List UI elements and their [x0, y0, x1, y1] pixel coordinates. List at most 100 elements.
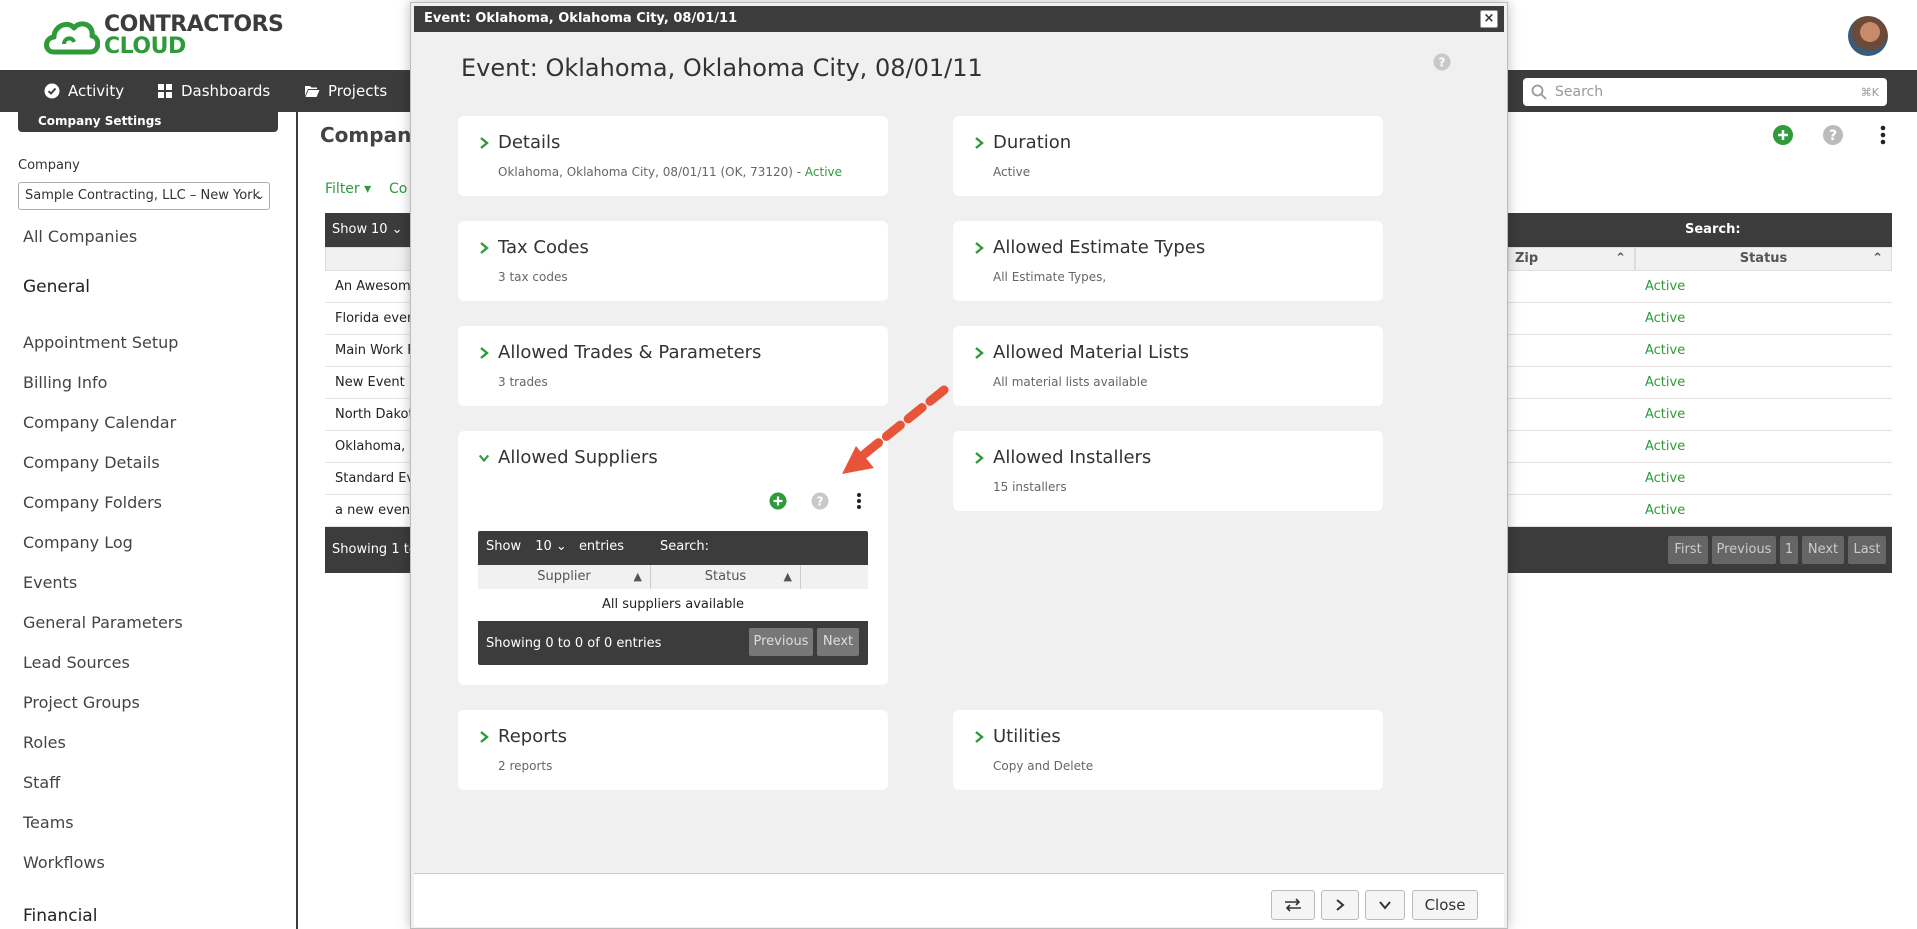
card-title: Allowed Trades & Parameters: [498, 342, 762, 363]
row-status: Active: [1645, 471, 1686, 486]
pager-first-button[interactable]: First: [1668, 536, 1708, 564]
search-icon: [1531, 84, 1547, 100]
sidebar-item-appointment-setup[interactable]: Appointment Setup: [23, 333, 178, 352]
chevron-down-icon[interactable]: [478, 451, 490, 465]
sidebar-item-general-parameters[interactable]: General Parameters: [23, 613, 183, 632]
sidebar-item-all-companies[interactable]: All Companies: [23, 227, 137, 246]
suppliers-next-button[interactable]: Next: [817, 628, 859, 656]
folder-open-icon: [305, 86, 320, 97]
company-settings-tab[interactable]: Company Settings: [18, 112, 278, 132]
more-vertical-icon[interactable]: [1872, 124, 1894, 146]
chevron-right-icon: [1336, 899, 1345, 911]
pager-last-button[interactable]: Last: [1848, 536, 1886, 564]
column-header-zip[interactable]: Zip ⌃: [1508, 247, 1635, 271]
company-select[interactable]: Sample Contracting, LLC – New York ⌄: [18, 182, 270, 210]
card-title: Utilities: [993, 726, 1061, 747]
help-icon[interactable]: ?: [1822, 124, 1844, 146]
card-subtitle: 3 tax codes: [498, 270, 568, 284]
nav-activity-label: Activity: [68, 82, 125, 100]
card-allowed-material-lists[interactable]: Allowed Material Lists All material list…: [953, 326, 1383, 406]
more-vertical-icon[interactable]: [854, 492, 864, 510]
row-status: Active: [1645, 375, 1686, 390]
pager-page-1-button[interactable]: 1: [1780, 536, 1798, 564]
swap-button[interactable]: [1271, 890, 1315, 920]
modal-footer: Close: [414, 873, 1504, 927]
modal-heading: Event: Oklahoma, Oklahoma City, 08/01/11: [461, 54, 983, 82]
column-zip-label: Zip: [1515, 251, 1539, 266]
sidebar-item-roles[interactable]: Roles: [23, 733, 66, 752]
card-tax-codes[interactable]: Tax Codes 3 tax codes: [458, 221, 888, 301]
row-name: An Awesome: [335, 279, 419, 294]
nav-activity[interactable]: Activity: [44, 70, 124, 112]
card-title: Reports: [498, 726, 568, 747]
help-icon[interactable]: ?: [811, 492, 829, 510]
chevron-right-icon: [480, 242, 489, 254]
sidebar-item-teams[interactable]: Teams: [23, 813, 74, 832]
event-modal: Event: Oklahoma, Oklahoma City, 08/01/11…: [410, 2, 1508, 929]
card-utilities[interactable]: Utilities Copy and Delete: [953, 710, 1383, 790]
column-header-status[interactable]: Status ▲: [651, 565, 801, 589]
close-button[interactable]: Close: [1412, 890, 1478, 920]
card-subtitle: 2 reports: [498, 759, 553, 773]
sidebar-item-company-details[interactable]: Company Details: [23, 453, 160, 472]
card-title[interactable]: Allowed Suppliers: [498, 447, 658, 468]
sort-up-icon: ⌃: [1615, 251, 1626, 266]
card-duration[interactable]: Duration Active: [953, 116, 1383, 196]
cloud-logo-icon: [44, 21, 100, 55]
suppliers-showing-entries: Showing 0 to 0 of 0 entries: [486, 636, 662, 651]
filter2-label: Co: [388, 181, 408, 197]
column-header-status[interactable]: Status ⌃: [1635, 247, 1892, 271]
settings-sidebar: Company Settings Company Sample Contract…: [0, 112, 298, 929]
company-label: Company: [18, 158, 80, 173]
card-allowed-installers[interactable]: Allowed Installers 15 installers: [953, 431, 1383, 511]
next-record-button[interactable]: [1321, 890, 1359, 920]
help-icon[interactable]: ?: [1433, 53, 1451, 71]
add-icon[interactable]: [1772, 124, 1794, 146]
modal-titlebar-text: Event: Oklahoma, Oklahoma City, 08/01/11: [424, 11, 738, 26]
sidebar-item-lead-sources[interactable]: Lead Sources: [23, 653, 130, 672]
row-name: Main Work Fl: [335, 343, 419, 358]
column-header-actions: [801, 565, 868, 589]
pager-previous-button[interactable]: Previous: [1712, 536, 1776, 564]
card-reports[interactable]: Reports 2 reports: [458, 710, 888, 790]
contractors-cloud-logo[interactable]: CONTRACTORS CLOUD: [42, 14, 284, 58]
filter-dropdown[interactable]: Filter ▾ Co: [325, 181, 407, 197]
card-title: Tax Codes: [498, 237, 589, 258]
show-count-select[interactable]: 10 ⌄: [535, 539, 567, 554]
sidebar-item-project-groups[interactable]: Project Groups: [23, 693, 140, 712]
chevron-right-icon: [975, 242, 984, 254]
card-subtitle: All Estimate Types,: [993, 270, 1107, 284]
swap-icon: [1285, 898, 1301, 912]
suppliers-previous-button[interactable]: Previous: [749, 628, 813, 656]
suppliers-show-entries: Show 10 ⌄ entries: [486, 539, 624, 554]
card-allowed-trades[interactable]: Allowed Trades & Parameters 3 trades: [458, 326, 888, 406]
card-allowed-suppliers: Allowed Suppliers ? Show 10 ⌄ entries Se…: [458, 431, 888, 685]
sidebar-item-company-calendar[interactable]: Company Calendar: [23, 413, 176, 432]
show-count-select[interactable]: 10 ⌄: [371, 222, 403, 237]
sidebar-item-billing-info[interactable]: Billing Info: [23, 373, 107, 392]
expand-button[interactable]: [1365, 890, 1405, 920]
user-avatar[interactable]: [1848, 16, 1888, 56]
pager-next-button[interactable]: Next: [1802, 536, 1844, 564]
card-allowed-estimate-types[interactable]: Allowed Estimate Types All Estimate Type…: [953, 221, 1383, 301]
column-header-supplier[interactable]: Supplier ▲: [478, 565, 651, 589]
sidebar-item-workflows[interactable]: Workflows: [23, 853, 105, 872]
show-label: Show: [332, 222, 368, 237]
nav-dashboards[interactable]: Dashboards: [157, 70, 270, 112]
global-search-input[interactable]: Search ⌘K: [1523, 78, 1887, 106]
sort-up-icon: ▲: [633, 570, 642, 583]
sidebar-item-company-folders[interactable]: Company Folders: [23, 493, 162, 512]
sidebar-heading-financial: Financial: [23, 906, 98, 926]
add-supplier-icon[interactable]: [769, 492, 787, 510]
card-details[interactable]: Details Oklahoma, Oklahoma City, 08/01/1…: [458, 116, 888, 196]
sort-up-icon: ▲: [783, 570, 792, 583]
suppliers-empty-row: All suppliers available: [478, 589, 868, 621]
sidebar-item-staff[interactable]: Staff: [23, 773, 60, 792]
nav-projects[interactable]: Projects: [304, 70, 387, 112]
row-status: Active: [1645, 279, 1686, 294]
modal-titlebar[interactable]: Event: Oklahoma, Oklahoma City, 08/01/11…: [414, 6, 1504, 32]
close-icon[interactable]: ×: [1480, 10, 1498, 28]
row-name: New Event: [335, 375, 405, 390]
sidebar-item-events[interactable]: Events: [23, 573, 77, 592]
sidebar-item-company-log[interactable]: Company Log: [23, 533, 133, 552]
